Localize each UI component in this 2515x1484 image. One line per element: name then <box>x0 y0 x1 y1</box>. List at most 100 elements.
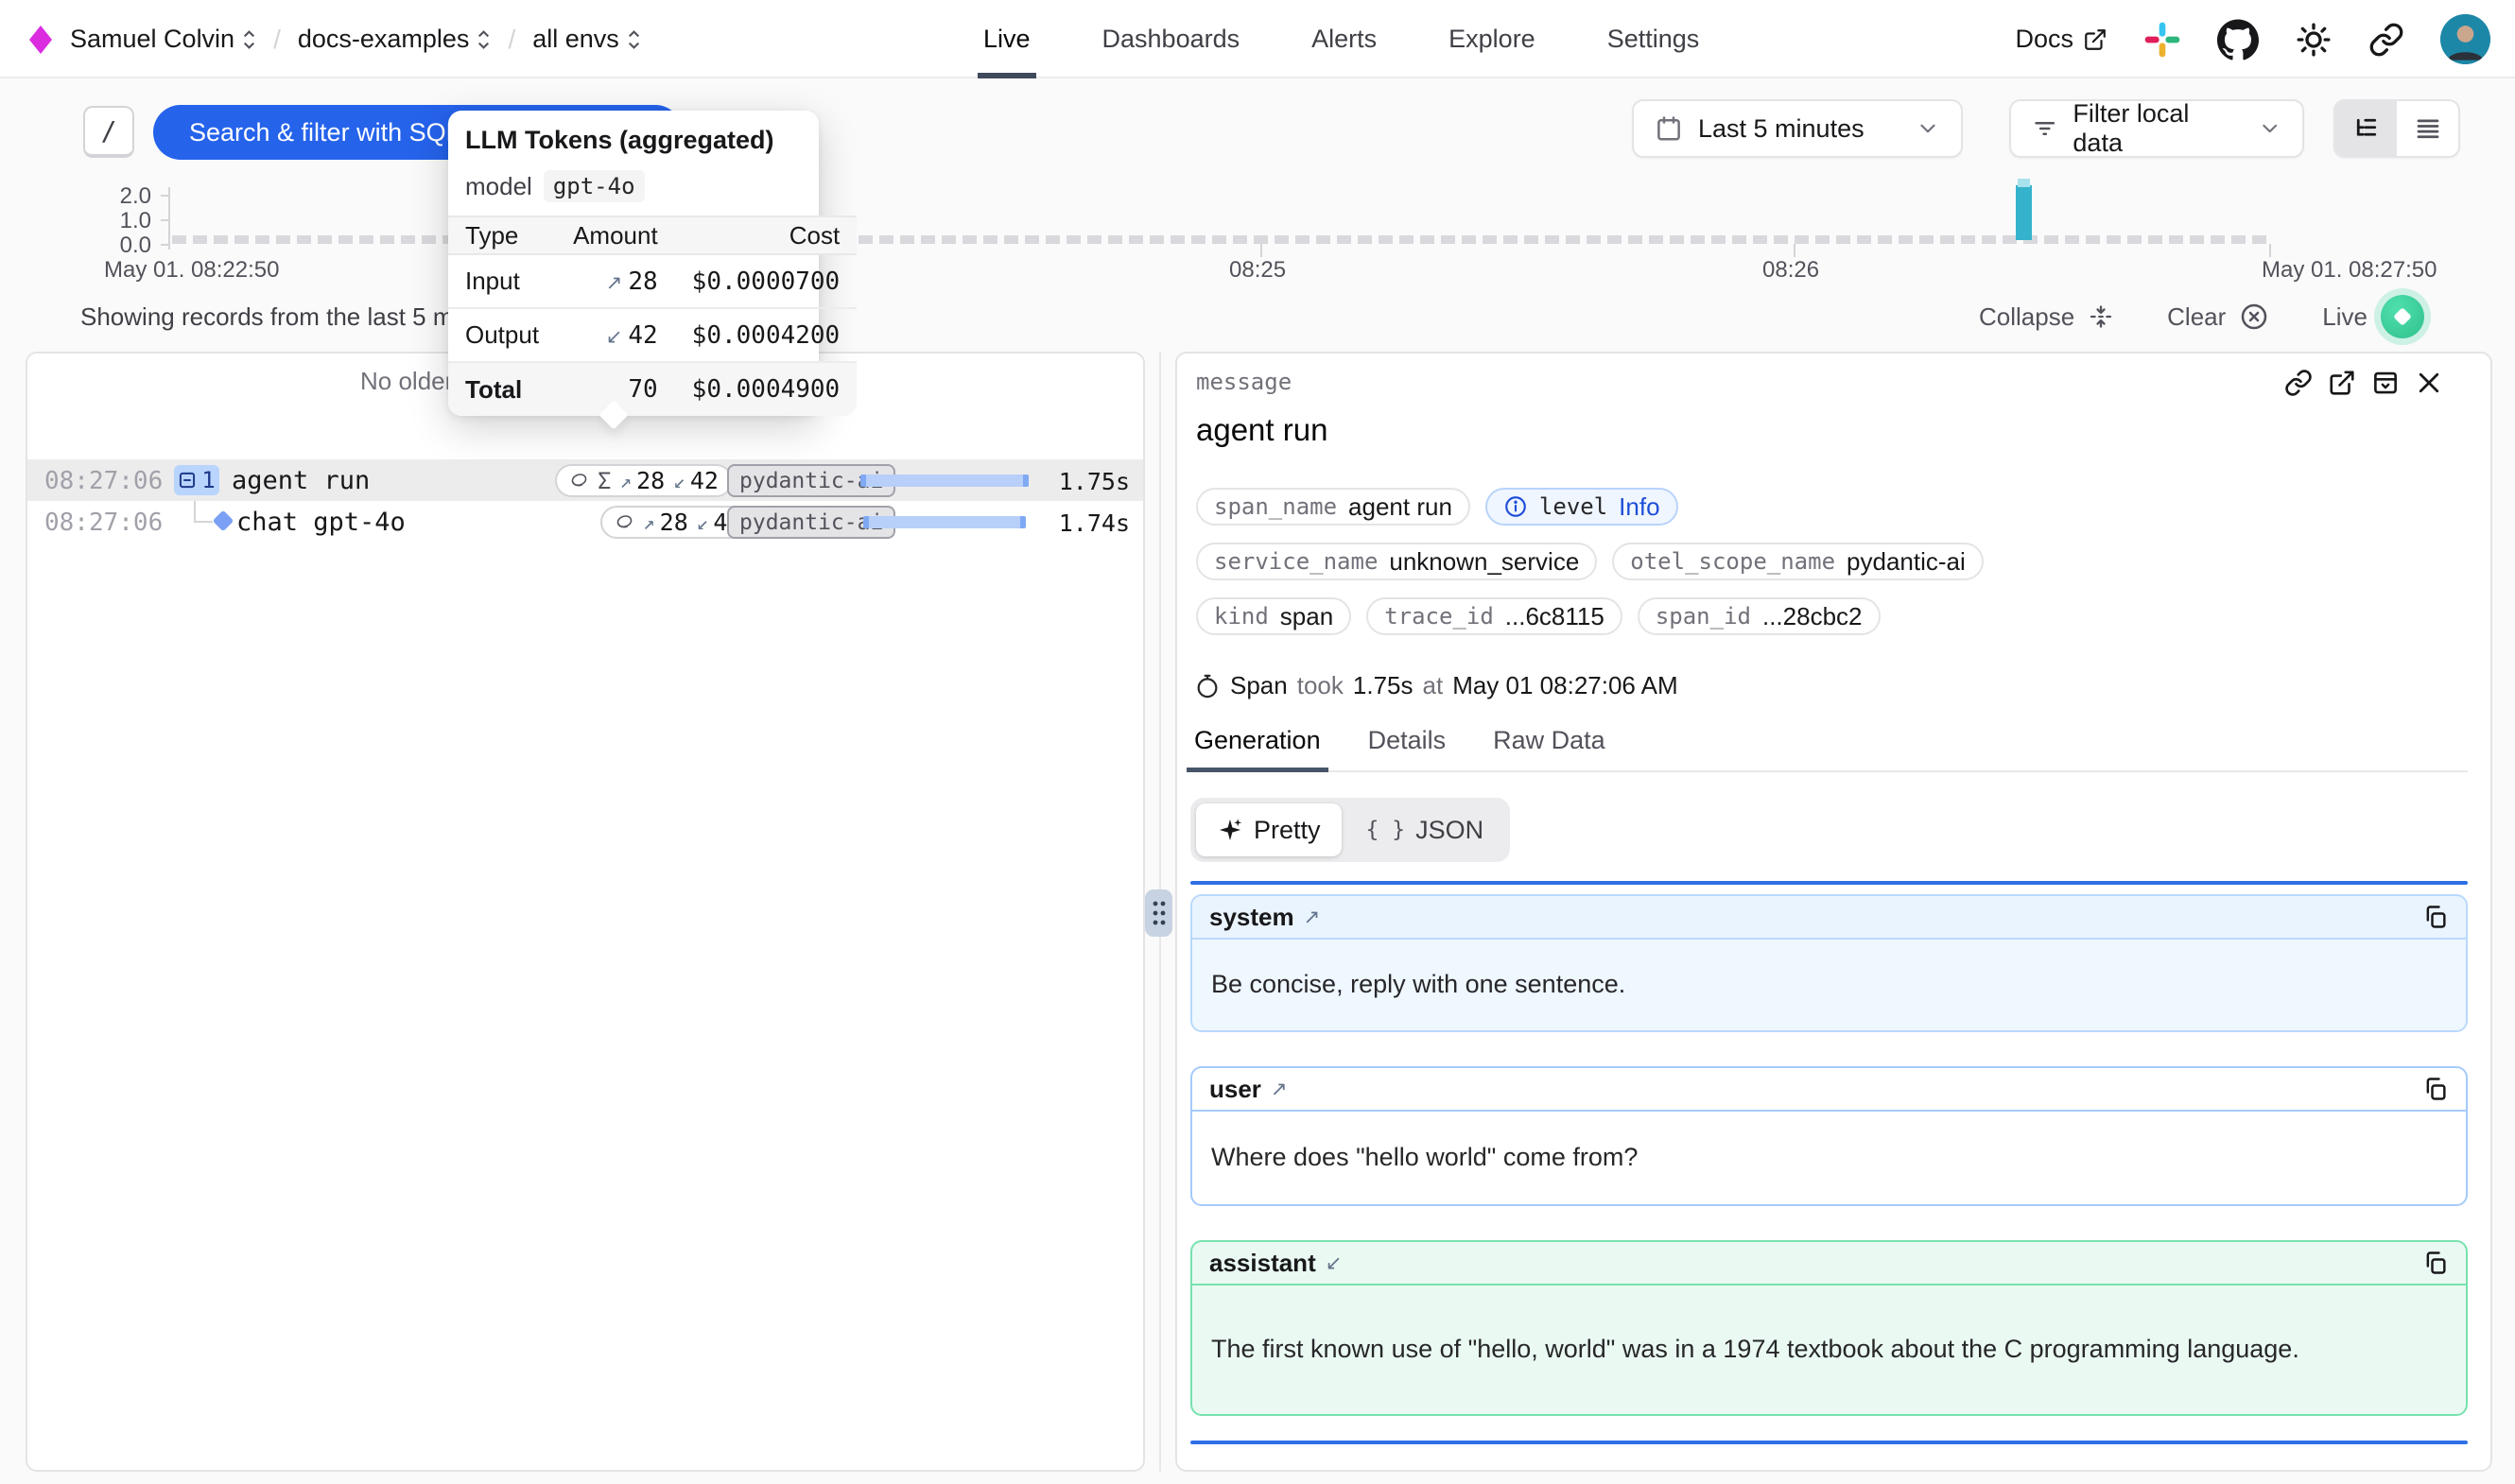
tokens-in: 28 <box>660 509 688 536</box>
tab-raw-data[interactable]: Raw Data <box>1489 726 1609 770</box>
square-minus-icon <box>178 471 197 490</box>
y-tick-label: 2.0 <box>95 183 151 210</box>
env-selector[interactable]: all envs <box>532 25 641 54</box>
message-card-assistant: assistant ↙ The first known use of "hell… <box>1190 1240 2468 1416</box>
col-type: Type <box>448 216 556 254</box>
span-duration-summary: Span took 1.75s at May 01 08:27:06 AM <box>1194 671 1678 700</box>
span-detail-panel: message agent run span_name agent run le… <box>1175 352 2492 1472</box>
took-word: at <box>1423 671 1444 700</box>
copy-icon[interactable] <box>2422 1076 2449 1102</box>
chevron-down-icon <box>2258 116 2281 141</box>
token-usage-pill[interactable]: Σ ↗ 28 ↙ 42 <box>555 464 733 497</box>
slack-icon[interactable] <box>2143 21 2181 59</box>
scroll-boundary-bottom <box>1190 1441 2468 1444</box>
input-arrow-icon: ↗ <box>1271 1078 1288 1101</box>
json-toggle-button[interactable]: { } JSON <box>1345 803 1505 856</box>
badge-span-name[interactable]: span_name agent run <box>1196 488 1470 526</box>
tab-explore[interactable]: Explore <box>1448 0 1535 78</box>
project-selector[interactable]: docs-examples <box>298 25 492 54</box>
open-external-icon[interactable] <box>2328 369 2356 397</box>
tree-connector <box>194 521 213 523</box>
x-tick-mark <box>2269 244 2271 257</box>
live-toggle[interactable]: Live <box>2322 295 2424 338</box>
span-duration: 1.74s <box>1059 509 1130 537</box>
tab-alerts[interactable]: Alerts <box>1311 0 1377 78</box>
env-name: all envs <box>532 25 619 54</box>
took-word: Span <box>1230 671 1288 700</box>
search-shortcut-key: / <box>83 106 134 158</box>
tab-settings[interactable]: Settings <box>1607 0 1700 78</box>
project-name: docs-examples <box>298 25 470 54</box>
badge-trace-id[interactable]: trace_id ...6c8115 <box>1366 597 1622 635</box>
detail-tabs: Generation Details Raw Data <box>1190 726 2468 772</box>
record-kind-label: message <box>1196 369 1292 395</box>
token-coin-icon <box>569 471 589 491</box>
child-count: 1 <box>201 467 215 493</box>
nav-tabs: Live Dashboards Alerts Explore Settings <box>983 0 1699 78</box>
span-duration-bar[interactable] <box>863 516 1026 528</box>
trace-time: 08:27:06 <box>44 467 163 495</box>
live-indicator-icon <box>2381 295 2424 338</box>
row-cost: $0.0004900 <box>675 362 858 416</box>
github-icon[interactable] <box>2217 19 2259 60</box>
breadcrumb-separator: / <box>508 25 515 55</box>
llm-tokens-tooltip: LLM Tokens (aggregated) model gpt-4o Typ… <box>448 111 819 416</box>
output-arrow-icon: ↙ <box>673 470 685 492</box>
tokens-table: Type Amount Cost Input ↗28 $0.0000700 Ou… <box>448 216 857 416</box>
trace-row-agent-run[interactable]: 08:27:06 1 agent run Σ ↗ 28 ↙ 42 pydanti… <box>27 459 1143 501</box>
tab-generation[interactable]: Generation <box>1190 726 1325 770</box>
collapse-children-badge[interactable]: 1 <box>174 465 219 495</box>
pretty-toggle-button[interactable]: Pretty <box>1196 803 1342 856</box>
dock-panel-icon[interactable] <box>2371 369 2400 397</box>
input-arrow-icon: ↗ <box>643 511 655 534</box>
model-key: model <box>465 172 532 201</box>
theme-sun-icon[interactable] <box>2295 21 2333 59</box>
message-text: Where does "hello world" come from? <box>1192 1112 2466 1202</box>
copy-icon[interactable] <box>2422 1250 2449 1276</box>
badge-service-name[interactable]: service_name unknown_service <box>1196 543 1597 580</box>
calendar-icon <box>1655 114 1683 143</box>
collapse-label: Collapse <box>1979 302 2074 332</box>
status-actions: Collapse Clear Live <box>1979 295 2424 338</box>
org-selector[interactable]: Samuel Colvin <box>70 25 256 54</box>
list-view-button[interactable] <box>2397 101 2458 156</box>
trace-row-chat-gpt-4o[interactable]: 08:27:06 chat gpt-4o ↗ 28 ↙ 42 pydantic-… <box>27 501 1143 543</box>
message-role: system <box>1209 903 1294 932</box>
x-tick-label: 08:26 <box>1762 257 1819 284</box>
breadcrumb: Samuel Colvin / docs-examples / all envs <box>28 0 641 78</box>
col-amount: Amount <box>556 216 675 254</box>
docs-link[interactable]: Docs <box>2015 25 2107 54</box>
tab-dashboards[interactable]: Dashboards <box>1102 0 1240 78</box>
badge-span-id[interactable]: span_id ...28cbc2 <box>1638 597 1881 635</box>
close-icon[interactable] <box>2415 369 2443 397</box>
filter-local-data-select[interactable]: Filter local data <box>2009 99 2304 158</box>
top-nav: Samuel Colvin / docs-examples / all envs… <box>0 0 2515 78</box>
panel-resize-handle[interactable] <box>1145 889 1172 937</box>
row-type: Input <box>448 254 556 308</box>
badge-level[interactable]: level Info <box>1485 488 1678 526</box>
avatar[interactable] <box>2440 14 2490 64</box>
tab-details[interactable]: Details <box>1364 726 1450 770</box>
tab-live[interactable]: Live <box>983 0 1031 78</box>
x-tick-label: 08:25 <box>1229 257 1286 284</box>
copy-icon[interactable] <box>2422 904 2449 930</box>
trace-time: 08:27:06 <box>44 509 163 537</box>
share-link-icon[interactable] <box>2368 22 2404 58</box>
copy-link-icon[interactable] <box>2284 369 2313 397</box>
span-name: agent run <box>232 466 370 495</box>
clear-button[interactable]: Clear <box>2167 302 2269 332</box>
histogram-bar[interactable] <box>2016 185 2032 240</box>
collapse-button[interactable]: Collapse <box>1979 302 2114 332</box>
time-range-select[interactable]: Last 5 minutes <box>1632 99 1963 158</box>
sort-chevrons-icon <box>477 28 491 51</box>
message-card-user: user ↗ Where does "hello world" come fro… <box>1190 1066 2468 1206</box>
badge-kind[interactable]: kind span <box>1196 597 1351 635</box>
badge-otel-scope-name[interactable]: otel_scope_name pydantic-ai <box>1612 543 1983 580</box>
span-duration-bar[interactable] <box>860 475 1029 487</box>
output-arrow-icon: ↙ <box>1326 1251 1343 1275</box>
tree-view-icon <box>2352 114 2381 143</box>
tree-view-button[interactable] <box>2335 101 2397 156</box>
external-link-icon <box>2083 27 2107 52</box>
col-cost: Cost <box>675 216 858 254</box>
badge-value: ...28cbc2 <box>1762 602 1863 631</box>
